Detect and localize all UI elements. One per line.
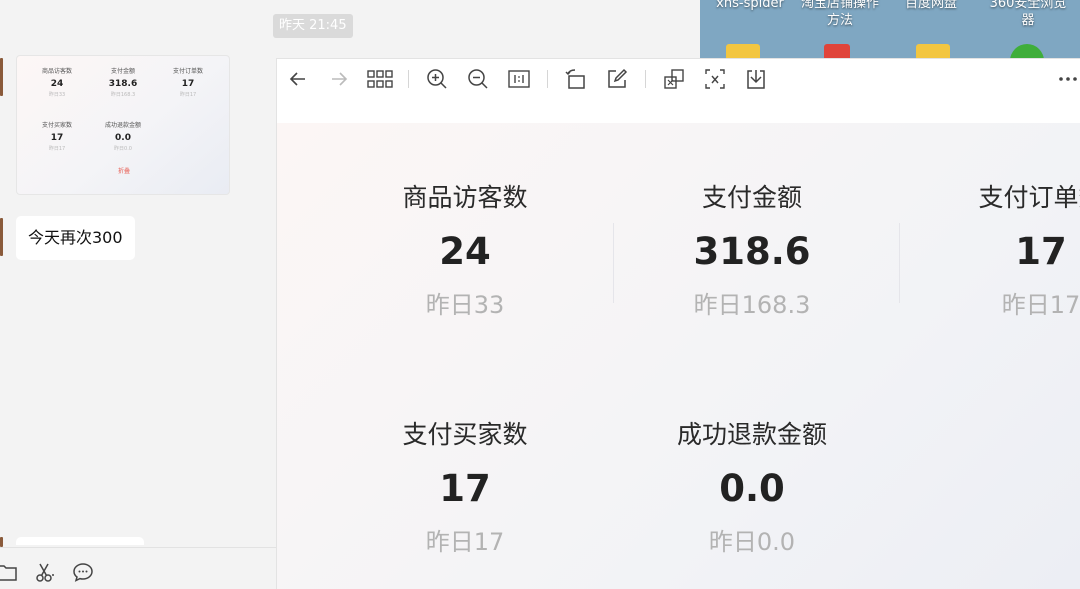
- metric-value: 318.6: [693, 230, 811, 273]
- zoom-in-icon[interactable]: [424, 66, 450, 92]
- toolbar-separator: [408, 70, 409, 88]
- metric-product-visitors: 商品访客数 24 昨日33: [345, 181, 585, 321]
- thumb-metric-sub: 昨日17: [48, 146, 66, 152]
- thumb-metric-value: 24: [50, 79, 64, 89]
- desktop-shortcut-label[interactable]: 360安全浏览 器: [978, 0, 1078, 29]
- rotate-icon[interactable]: [563, 66, 589, 92]
- metric-yesterday: 昨日17: [1001, 291, 1080, 319]
- image-message-thumbnail[interactable]: 商品访客数 24 昨日33 支付金额 318.6 昨日168.3 支付订单数 1…: [16, 55, 230, 195]
- back-arrow-icon[interactable]: [285, 66, 311, 92]
- column-divider: [613, 223, 614, 303]
- chat-input-toolbar: [0, 556, 110, 588]
- viewer-toolbar: [277, 59, 1080, 99]
- metric-payment-orders: 支付订单数 17 昨日17: [921, 181, 1080, 321]
- metric-yesterday: 昨日33: [425, 291, 505, 319]
- metric-value: 0.0: [719, 467, 785, 510]
- column-divider: [899, 223, 900, 303]
- thumb-metric-payment-amount: 支付金额 318.6 昨日168.3: [93, 68, 153, 99]
- thumb-metric-sub: 昨日168.3: [110, 92, 136, 98]
- thumb-metric-value: 0.0: [115, 133, 131, 143]
- chat-input-divider: [0, 547, 276, 548]
- metric-refund-amount: 成功退款金额 0.0 昨日0.0: [632, 418, 872, 558]
- more-icon[interactable]: [1055, 66, 1080, 92]
- thumb-metric-sub: 昨日33: [48, 92, 66, 98]
- desktop-background: xhs-spider 淘宝店铺操作 方法 百度网盘 360安全浏览 器: [700, 0, 1080, 58]
- folder-icon[interactable]: [726, 44, 760, 58]
- avatar[interactable]: [0, 218, 3, 256]
- zoom-out-icon[interactable]: [465, 66, 491, 92]
- document-icon[interactable]: [824, 44, 850, 58]
- chat-bubble-icon[interactable]: [72, 561, 94, 583]
- metric-label: 成功退款金额: [676, 420, 827, 449]
- grid-icon[interactable]: [367, 66, 393, 92]
- download-icon[interactable]: [743, 66, 769, 92]
- thumb-metric-label: 商品访客数: [41, 68, 72, 75]
- toolbar-separator: [645, 70, 646, 88]
- edit-icon[interactable]: [604, 66, 630, 92]
- metric-payment-buyers: 支付买家数 17 昨日17: [345, 418, 585, 558]
- metric-label: 支付买家数: [402, 420, 528, 449]
- thumb-metric-label: 成功退款金额: [104, 122, 141, 129]
- desktop-shortcut-label[interactable]: 淘宝店铺操作 方法: [788, 0, 892, 29]
- actual-size-icon[interactable]: [506, 66, 532, 92]
- metric-yesterday: 昨日17: [425, 528, 505, 556]
- metric-label: 支付金额: [701, 183, 802, 212]
- desktop-shortcut-label[interactable]: 百度网盘: [896, 0, 966, 12]
- folder-icon[interactable]: [0, 561, 18, 583]
- avatar[interactable]: [0, 58, 3, 96]
- metric-label: 支付订单数: [978, 183, 1080, 212]
- scissors-icon[interactable]: [34, 561, 56, 583]
- thumb-metric-buyers: 支付买家数 17 昨日17: [27, 122, 87, 153]
- thumb-metric-value: 17: [50, 133, 64, 143]
- metric-label: 商品访客数: [402, 183, 528, 212]
- thumb-metric-sub: 昨日17: [179, 92, 197, 98]
- thumb-metric-label: 支付订单数: [172, 68, 203, 75]
- forward-arrow-icon[interactable]: [326, 66, 352, 92]
- thumb-metric-sub: 昨日0.0: [114, 146, 132, 152]
- thumb-metric-refund: 成功退款金额 0.0 昨日0.0: [93, 122, 153, 153]
- viewer-image-canvas[interactable]: 商品访客数 24 昨日33 支付金额 318.6 昨日168.3 支付订单数 1…: [277, 123, 1080, 589]
- metric-yesterday: 昨日168.3: [693, 291, 811, 319]
- metric-value: 17: [1015, 230, 1067, 273]
- avatar[interactable]: [0, 537, 3, 547]
- chat-message-bubble[interactable]: 今天再次300: [16, 216, 135, 260]
- metric-value: 17: [439, 467, 491, 510]
- metric-value: 24: [439, 230, 491, 273]
- chat-message-bubble-partial[interactable]: [16, 537, 144, 545]
- thumb-metric-visitors: 商品访客数 24 昨日33: [27, 68, 87, 99]
- thumb-metric-orders: 支付订单数 17 昨日17: [158, 68, 218, 99]
- thumb-metric-value: 318.6: [108, 79, 138, 89]
- browser-icon[interactable]: [1010, 44, 1044, 58]
- thumb-collapse-link: 折叠: [117, 168, 130, 175]
- message-timestamp: 昨天 21:45: [273, 14, 353, 38]
- folder-icon[interactable]: [916, 44, 950, 58]
- ocr-icon[interactable]: [661, 66, 687, 92]
- extract-text-icon[interactable]: [702, 66, 728, 92]
- image-viewer-window: 商品访客数 24 昨日33 支付金额 318.6 昨日168.3 支付订单数 1…: [276, 58, 1080, 589]
- desktop-shortcut-label[interactable]: xhs-spider: [702, 0, 798, 12]
- metric-payment-amount: 支付金额 318.6 昨日168.3: [632, 181, 872, 321]
- thumb-metric-label: 支付买家数: [41, 122, 72, 129]
- thumb-metric-value: 17: [181, 79, 195, 89]
- toolbar-separator: [547, 70, 548, 88]
- metric-yesterday: 昨日0.0: [708, 528, 796, 556]
- thumb-metric-label: 支付金额: [110, 68, 135, 75]
